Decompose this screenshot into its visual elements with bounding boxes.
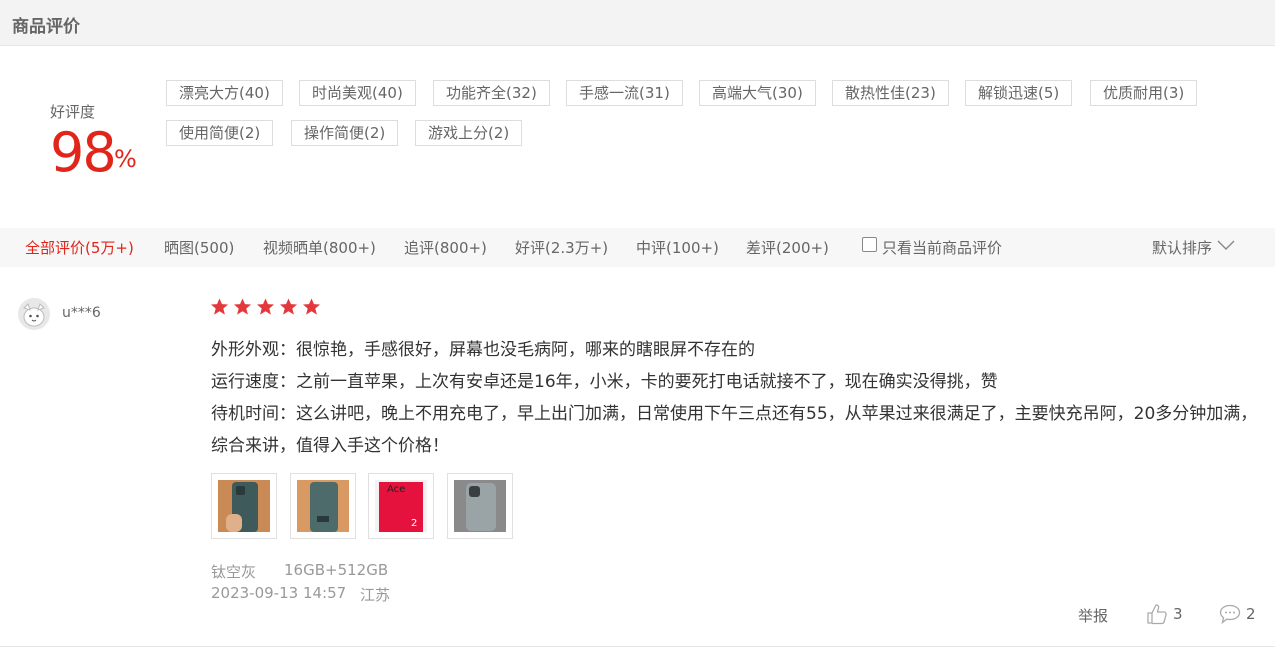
star-icon xyxy=(302,298,321,315)
review-photo[interactable] xyxy=(447,473,513,539)
filter-all-reviews[interactable]: 全部评价(5万+) xyxy=(25,237,134,258)
comment-icon[interactable] xyxy=(1219,604,1241,624)
review-datetime: 2023-09-13 14:57 xyxy=(211,584,347,602)
filter-neutral[interactable]: 中评(100+) xyxy=(636,237,719,258)
review-tag[interactable]: 散热性佳(23) xyxy=(832,80,949,106)
comment-count: 2 xyxy=(1246,605,1256,623)
chevron-down-icon[interactable] xyxy=(1217,239,1235,251)
avatar[interactable] xyxy=(18,298,50,330)
review-line-battery: 待机时间：这么讲吧，晚上不用充电了，早上出门加满，日常使用下午三点还有55，从苹… xyxy=(211,404,1258,456)
review-content: 外形外观：很惊艳，手感很好，屏幕也没毛病阿，哪来的瞎眼屏不存在的 运行速度：之前… xyxy=(211,334,1261,462)
review-line-speed: 运行速度：之前一直苹果，上次有安卓还是16年，小米，卡的要死打电话就接不了，现在… xyxy=(211,372,998,392)
star-rating xyxy=(210,297,325,319)
avatar-face-icon xyxy=(18,298,50,330)
product-color: 钛空灰 xyxy=(211,563,257,581)
divider xyxy=(0,646,1275,647)
good-rate-unit: % xyxy=(114,145,137,173)
review-tag[interactable]: 手感一流(31) xyxy=(566,80,683,106)
star-icon xyxy=(233,298,252,315)
section-header: 商品评价 xyxy=(0,0,1275,46)
section-title: 商品评价 xyxy=(12,17,80,37)
star-icon xyxy=(256,298,275,315)
review-line-appearance: 外形外观：很惊艳，手感很好，屏幕也没毛病阿，哪来的瞎眼屏不存在的 xyxy=(211,340,755,360)
review-tag[interactable]: 操作简便(2) xyxy=(291,120,399,146)
review-photo[interactable]: Ace 2 xyxy=(368,473,434,539)
review-tag[interactable]: 解锁迅速(5) xyxy=(965,80,1073,106)
review-photo[interactable] xyxy=(211,473,277,539)
star-icon xyxy=(279,298,298,315)
review-tag[interactable]: 功能齐全(32) xyxy=(433,80,550,106)
star-icon xyxy=(210,298,229,315)
review-tag[interactable]: 使用简便(2) xyxy=(166,120,274,146)
good-rate-label: 好评度 xyxy=(50,103,96,121)
review-tag[interactable]: 高端大气(30) xyxy=(699,80,816,106)
review-photo[interactable] xyxy=(290,473,356,539)
filter-followup[interactable]: 追评(800+) xyxy=(404,237,487,258)
review-tag[interactable]: 漂亮大方(40) xyxy=(166,80,283,106)
review-tag[interactable]: 时尚美观(40) xyxy=(299,80,416,106)
review-tag[interactable]: 游戏上分(2) xyxy=(415,120,523,146)
filter-video[interactable]: 视频晒单(800+) xyxy=(263,237,376,258)
box-label-text: Ace xyxy=(387,484,406,495)
sort-dropdown[interactable]: 默认排序 xyxy=(1152,237,1212,258)
current-product-only-label[interactable]: 只看当前商品评价 xyxy=(882,237,1002,258)
current-product-only-checkbox[interactable] xyxy=(862,237,877,252)
product-spec: 16GB+512GB xyxy=(284,561,389,579)
good-rate-value: 98 xyxy=(50,121,117,184)
box-label-number: 2 xyxy=(411,518,418,529)
filter-positive[interactable]: 好评(2.3万+) xyxy=(515,237,608,258)
filter-negative[interactable]: 差评(200+) xyxy=(746,237,829,258)
thumbs-up-icon[interactable] xyxy=(1146,603,1168,625)
review-filter-bar: 全部评价(5万+) 晒图(500) 视频晒单(800+) 追评(800+) 好评… xyxy=(0,228,1275,267)
review-location: 江苏 xyxy=(360,586,391,604)
like-count: 3 xyxy=(1173,605,1183,623)
report-button[interactable]: 举报 xyxy=(1078,605,1108,626)
reviewer-username[interactable]: u***6 xyxy=(62,305,101,321)
review-tag[interactable]: 优质耐用(3) xyxy=(1090,80,1198,106)
filter-photos[interactable]: 晒图(500) xyxy=(164,237,234,258)
